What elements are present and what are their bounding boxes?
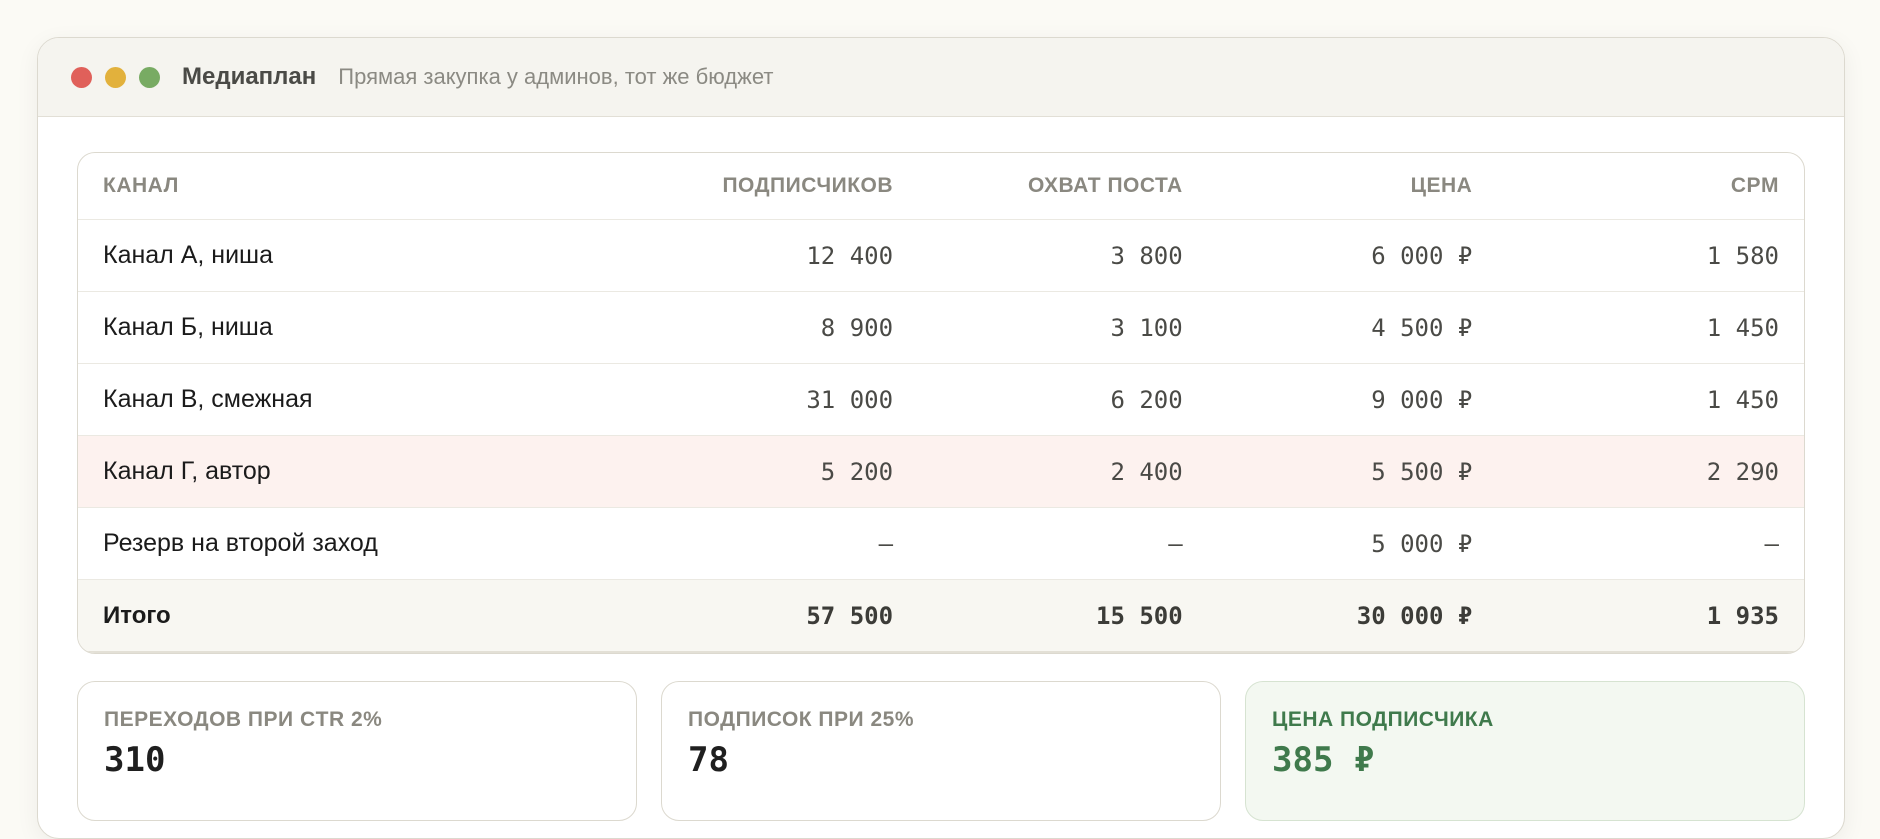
stat-label: ЦЕНА ПОДПИСЧИКА (1272, 708, 1494, 731)
subscribers-value: 12 400 (806, 241, 894, 270)
reach-value: 6 200 (1110, 385, 1183, 414)
channel-name: Канал В, смежная (103, 385, 313, 413)
subscribers-value: 8 900 (820, 313, 894, 342)
stat-value: 78 (688, 740, 729, 780)
channel-name: Канал Г, автор (103, 457, 271, 485)
reach-value: — (1168, 529, 1183, 558)
table-total-row: Итого 57 500 15 500 30 000 ₽ 1 935 (78, 579, 1804, 653)
price-value: 9 000 ₽ (1371, 385, 1473, 414)
reach-value: 3 100 (1110, 313, 1183, 342)
table-row: Резерв на второй заход — — 5 000 ₽ — (78, 507, 1804, 579)
cpm-value: 1 450 (1706, 313, 1779, 342)
total-label: Итого (103, 601, 171, 629)
table-row: Канал В, смежная 31 000 6 200 9 000 ₽ 1 … (78, 363, 1804, 435)
stat-card-clicks: ПЕРЕХОДОВ ПРИ CTR 2% 310 (77, 681, 637, 821)
stat-label: ПЕРЕХОДОВ ПРИ CTR 2% (104, 708, 383, 731)
price-value: 5 000 ₽ (1371, 529, 1473, 558)
close-window-button[interactable] (71, 66, 92, 88)
mediaplan-window: Медиаплан Прямая закупка у админов, тот … (37, 37, 1845, 839)
column-header-subscribers: ПОДПИСЧИКОВ (722, 174, 894, 197)
stat-value: 310 (104, 740, 166, 780)
price-value: 6 000 ₽ (1371, 241, 1473, 270)
subscribers-value: 31 000 (806, 385, 894, 414)
title-bar: Медиаплан Прямая закупка у админов, тот … (38, 38, 1844, 117)
total-subscribers: 57 500 (806, 601, 894, 630)
stats-row: ПЕРЕХОДОВ ПРИ CTR 2% 310 ПОДПИСОК ПРИ 25… (77, 681, 1805, 821)
subscribers-value: 5 200 (820, 457, 894, 486)
minimize-window-button[interactable] (105, 66, 126, 88)
window-title: Медиаплан (182, 63, 317, 90)
total-reach: 15 500 (1096, 601, 1183, 630)
table-row: Канал Б, ниша 8 900 3 100 4 500 ₽ 1 450 (78, 291, 1804, 363)
total-cpm: 1 935 (1706, 601, 1779, 630)
maximize-window-button[interactable] (139, 66, 160, 88)
stat-label: ПОДПИСОК ПРИ 25% (688, 708, 914, 731)
cpm-value: 1 580 (1706, 241, 1779, 270)
column-header-reach: ОХВАТ ПОСТА (1028, 174, 1183, 197)
main-content: КАНАЛ ПОДПИСЧИКОВ ОХВАТ ПОСТА ЦЕНА CPM К… (77, 152, 1805, 821)
reach-value: 2 400 (1110, 457, 1183, 486)
cpm-value: 2 290 (1706, 457, 1779, 486)
channel-name: Канал А, ниша (103, 241, 274, 269)
media-plan-table: КАНАЛ ПОДПИСЧИКОВ ОХВАТ ПОСТА ЦЕНА CPM К… (77, 152, 1805, 654)
column-header-price: ЦЕНА (1410, 174, 1473, 197)
table-row: Канал А, ниша 12 400 3 800 6 000 ₽ 1 580 (78, 219, 1804, 291)
stat-value: 385 ₽ (1272, 740, 1375, 780)
channel-name: Резерв на второй заход (103, 529, 378, 557)
price-value: 5 500 ₽ (1371, 457, 1473, 486)
column-header-cpm: CPM (1730, 174, 1779, 197)
reach-value: 3 800 (1110, 241, 1183, 270)
cpm-value: 1 450 (1706, 385, 1779, 414)
table-header-row: КАНАЛ ПОДПИСЧИКОВ ОХВАТ ПОСТА ЦЕНА CPM (78, 153, 1804, 219)
total-price: 30 000 ₽ (1356, 601, 1473, 630)
window-subtitle: Прямая закупка у админов, тот же бюджет (338, 64, 774, 89)
stat-card-subscriber-cost: ЦЕНА ПОДПИСЧИКА 385 ₽ (1245, 681, 1805, 821)
table-row-highlighted: Канал Г, автор 5 200 2 400 5 500 ₽ 2 290 (78, 435, 1804, 507)
price-value: 4 500 ₽ (1371, 313, 1473, 342)
column-header-channel: КАНАЛ (103, 174, 179, 197)
stat-card-subscriptions: ПОДПИСОК ПРИ 25% 78 (661, 681, 1221, 821)
subscribers-value: — (878, 529, 894, 558)
channel-name: Канал Б, ниша (103, 313, 273, 341)
cpm-value: — (1764, 529, 1779, 558)
